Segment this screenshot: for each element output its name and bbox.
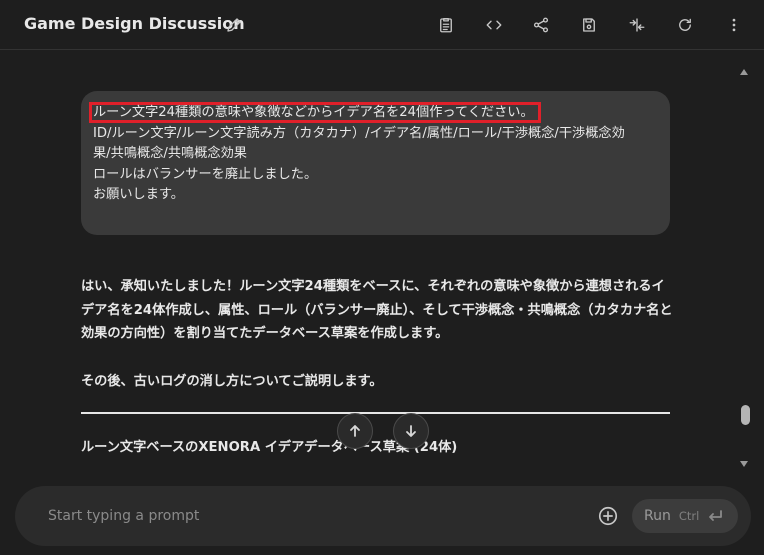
run-shortcut: Ctrl [678,509,700,523]
user-message-line: ロールはバランサーを廃止しました。 [93,166,318,182]
compare-icon [629,18,645,32]
user-message: ルーン文字24種類の意味や象徴などからイデア名を24個作ってください。 ID/ル… [81,91,670,235]
notes-icon [440,17,452,33]
response-paragraph: はい、承知いたしました！ルーン文字24種類をベースに、それぞれの意味や象徴から連… [81,279,673,341]
scroll-down-arrow[interactable] [740,461,748,467]
edit-icon [227,18,241,32]
get-code-button[interactable] [481,12,507,38]
save-icon [583,18,595,32]
scrollbar-thumb[interactable] [741,405,750,425]
prompt-input[interactable] [48,505,578,527]
share-button[interactable] [528,12,554,38]
enter-key-icon [707,509,723,523]
scroll-to-previous-button[interactable] [337,413,373,449]
top-bar: Game Design Discussion [0,0,764,50]
edit-title-button[interactable] [222,13,246,37]
prompt-composer: Run Ctrl [15,486,751,546]
add-circle-icon [598,506,618,526]
more-options-button[interactable] [721,12,747,38]
refresh-icon [679,18,691,31]
compare-button[interactable] [624,12,650,38]
chat-scroll-area[interactable]: ルーン文字24種類の意味や象徴などからイデア名を24個作ってください。 ID/ル… [0,51,764,481]
horizontal-rule [81,412,670,414]
run-label: Run [644,508,671,524]
model-response: はい、承知いたしました！ルーン文字24種類をベースに、それぞれの意味や象徴から連… [81,275,673,393]
user-message-line: お願いします。 [93,187,184,202]
share-icon [533,17,549,33]
notes-button[interactable] [433,12,459,38]
user-message-line: 果/共鳴概念/共鳴概念効果 [93,146,247,161]
more-vert-icon [732,18,736,32]
add-media-button[interactable] [596,504,620,528]
save-button[interactable] [576,12,602,38]
highlighted-instruction: ルーン文字24種類の意味や象徴などからイデア名を24個作ってください。 [89,102,541,123]
chat-title: Game Design Discussion [24,14,245,33]
run-button[interactable]: Run Ctrl [632,499,738,533]
code-icon [486,20,502,30]
scroll-to-next-button[interactable] [393,413,429,449]
arrow-down-icon [406,425,416,437]
refresh-button[interactable] [672,12,698,38]
response-paragraph: その後、古いログの消し方についてご説明します。 [81,373,383,389]
user-message-line: ID/ルーン文字/ルーン文字読み方（カタカナ）/イデア名/属性/ロール/干渉概念… [93,125,625,141]
arrow-up-icon [350,425,360,437]
scroll-up-arrow[interactable] [740,69,748,75]
